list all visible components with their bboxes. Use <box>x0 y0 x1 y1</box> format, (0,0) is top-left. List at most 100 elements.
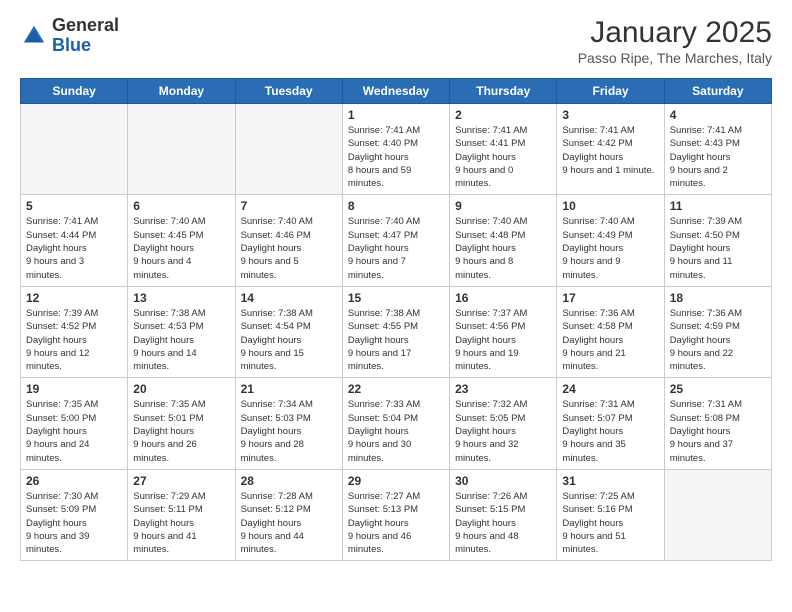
day-info: Sunrise: 7:27 AMSunset: 5:13 PMDaylight … <box>348 490 444 556</box>
day-number: 2 <box>455 108 551 122</box>
day-number: 30 <box>455 474 551 488</box>
weekday-header: Thursday <box>450 79 557 104</box>
day-number: 26 <box>26 474 122 488</box>
day-number: 11 <box>670 199 766 213</box>
day-info: Sunrise: 7:40 AMSunset: 4:48 PMDaylight … <box>455 215 551 281</box>
day-number: 4 <box>670 108 766 122</box>
day-info: Sunrise: 7:25 AMSunset: 5:16 PMDaylight … <box>562 490 658 556</box>
calendar-cell: 17Sunrise: 7:36 AMSunset: 4:58 PMDayligh… <box>557 286 664 377</box>
calendar-body: 1Sunrise: 7:41 AMSunset: 4:40 PMDaylight… <box>21 104 772 561</box>
day-info: Sunrise: 7:38 AMSunset: 4:54 PMDaylight … <box>241 307 337 373</box>
calendar-cell: 4 Sunrise: 7:41 AMSunset: 4:43 PMDaylight… <box>664 104 771 195</box>
day-info: Sunrise: 7:41 AMSunset: 4:43 PMDaylight … <box>670 124 766 190</box>
day-number: 18 <box>670 291 766 305</box>
day-number: 22 <box>348 382 444 396</box>
calendar-cell: 2 Sunrise: 7:41 AMSunset: 4:41 PMDaylight… <box>450 104 557 195</box>
weekday-header: Tuesday <box>235 79 342 104</box>
day-info: Sunrise: 7:31 AMSunset: 5:07 PMDaylight … <box>562 398 658 464</box>
day-info: Sunrise: 7:39 AMSunset: 4:50 PMDaylight … <box>670 215 766 281</box>
calendar-week: 26 Sunrise: 7:30 AMSunset: 5:09 PMDayligh… <box>21 469 772 560</box>
calendar-cell: 28 Sunrise: 7:28 AMSunset: 5:12 PMDayligh… <box>235 469 342 560</box>
calendar-cell: 31 Sunrise: 7:25 AMSunset: 5:16 PMDayligh… <box>557 469 664 560</box>
calendar-cell: 27 Sunrise: 7:29 AMSunset: 5:11 PMDayligh… <box>128 469 235 560</box>
day-info: Sunrise: 7:30 AMSunset: 5:09 PMDaylight … <box>26 490 122 556</box>
calendar-week: 12Sunrise: 7:39 AMSunset: 4:52 PMDayligh… <box>21 286 772 377</box>
calendar-cell: 26 Sunrise: 7:30 AMSunset: 5:09 PMDayligh… <box>21 469 128 560</box>
calendar-week: 5 Sunrise: 7:41 AMSunset: 4:44 PMDaylight… <box>21 195 772 286</box>
day-info: Sunrise: 7:32 AMSunset: 5:05 PMDaylight … <box>455 398 551 464</box>
day-info: Sunrise: 7:38 AMSunset: 4:53 PMDaylight … <box>133 307 229 373</box>
weekday-header: Sunday <box>21 79 128 104</box>
day-number: 15 <box>348 291 444 305</box>
day-info: Sunrise: 7:40 AMSunset: 4:45 PMDaylight … <box>133 215 229 281</box>
calendar-cell: 7Sunrise: 7:40 AMSunset: 4:46 PMDaylight… <box>235 195 342 286</box>
calendar-cell: 8 Sunrise: 7:40 AMSunset: 4:47 PMDaylight… <box>342 195 449 286</box>
calendar-cell: 29 Sunrise: 7:27 AMSunset: 5:13 PMDayligh… <box>342 469 449 560</box>
weekday-header: Saturday <box>664 79 771 104</box>
day-number: 9 <box>455 199 551 213</box>
calendar-cell: 21Sunrise: 7:34 AMSunset: 5:03 PMDayligh… <box>235 378 342 469</box>
day-number: 16 <box>455 291 551 305</box>
title-block: January 2025 Passo Ripe, The Marches, It… <box>578 16 772 66</box>
calendar-cell: 3 Sunrise: 7:41 AMSunset: 4:42 PMDaylight… <box>557 104 664 195</box>
day-info: Sunrise: 7:41 AMSunset: 4:44 PMDaylight … <box>26 215 122 281</box>
calendar-cell: 30 Sunrise: 7:26 AMSunset: 5:15 PMDayligh… <box>450 469 557 560</box>
calendar-cell: 15 Sunrise: 7:38 AMSunset: 4:55 PMDayligh… <box>342 286 449 377</box>
calendar-cell: 25Sunrise: 7:31 AMSunset: 5:08 PMDayligh… <box>664 378 771 469</box>
day-info: Sunrise: 7:41 AMSunset: 4:41 PMDaylight … <box>455 124 551 190</box>
day-info: Sunrise: 7:38 AMSunset: 4:55 PMDaylight … <box>348 307 444 373</box>
day-info: Sunrise: 7:26 AMSunset: 5:15 PMDaylight … <box>455 490 551 556</box>
day-number: 28 <box>241 474 337 488</box>
calendar-cell: 16 Sunrise: 7:37 AMSunset: 4:56 PMDayligh… <box>450 286 557 377</box>
calendar-cell <box>235 104 342 195</box>
calendar-cell: 24 Sunrise: 7:31 AMSunset: 5:07 PMDayligh… <box>557 378 664 469</box>
weekday-header-row: SundayMondayTuesdayWednesdayThursdayFrid… <box>21 79 772 104</box>
calendar-cell: 1Sunrise: 7:41 AMSunset: 4:40 PMDaylight… <box>342 104 449 195</box>
day-info: Sunrise: 7:39 AMSunset: 4:52 PMDaylight … <box>26 307 122 373</box>
day-number: 24 <box>562 382 658 396</box>
logo-text: General Blue <box>52 16 119 56</box>
calendar-week: 19Sunrise: 7:35 AMSunset: 5:00 PMDayligh… <box>21 378 772 469</box>
calendar-cell <box>128 104 235 195</box>
logo-blue: Blue <box>52 35 91 55</box>
day-info: Sunrise: 7:35 AMSunset: 5:01 PMDaylight … <box>133 398 229 464</box>
page: General Blue January 2025 Passo Ripe, Th… <box>0 0 792 612</box>
calendar-cell: 20Sunrise: 7:35 AMSunset: 5:01 PMDayligh… <box>128 378 235 469</box>
logo-general: General <box>52 15 119 35</box>
day-number: 23 <box>455 382 551 396</box>
calendar-cell: 12Sunrise: 7:39 AMSunset: 4:52 PMDayligh… <box>21 286 128 377</box>
day-number: 25 <box>670 382 766 396</box>
calendar-cell: 19Sunrise: 7:35 AMSunset: 5:00 PMDayligh… <box>21 378 128 469</box>
day-info: Sunrise: 7:33 AMSunset: 5:04 PMDaylight … <box>348 398 444 464</box>
day-info: Sunrise: 7:37 AMSunset: 4:56 PMDaylight … <box>455 307 551 373</box>
calendar-cell: 9 Sunrise: 7:40 AMSunset: 4:48 PMDaylight… <box>450 195 557 286</box>
calendar-cell: 22 Sunrise: 7:33 AMSunset: 5:04 PMDayligh… <box>342 378 449 469</box>
calendar-cell: 18Sunrise: 7:36 AMSunset: 4:59 PMDayligh… <box>664 286 771 377</box>
day-info: Sunrise: 7:35 AMSunset: 5:00 PMDaylight … <box>26 398 122 464</box>
weekday-header: Friday <box>557 79 664 104</box>
subtitle: Passo Ripe, The Marches, Italy <box>578 50 772 66</box>
day-number: 8 <box>348 199 444 213</box>
day-number: 29 <box>348 474 444 488</box>
calendar-cell <box>21 104 128 195</box>
day-info: Sunrise: 7:40 AMSunset: 4:47 PMDaylight … <box>348 215 444 281</box>
weekday-header: Wednesday <box>342 79 449 104</box>
day-info: Sunrise: 7:34 AMSunset: 5:03 PMDaylight … <box>241 398 337 464</box>
header: General Blue January 2025 Passo Ripe, Th… <box>20 16 772 66</box>
day-number: 14 <box>241 291 337 305</box>
day-info: Sunrise: 7:40 AMSunset: 4:49 PMDaylight … <box>562 215 658 281</box>
day-number: 1 <box>348 108 444 122</box>
day-info: Sunrise: 7:36 AMSunset: 4:58 PMDaylight … <box>562 307 658 373</box>
calendar-cell: 23 Sunrise: 7:32 AMSunset: 5:05 PMDayligh… <box>450 378 557 469</box>
logo-icon <box>20 22 48 50</box>
day-info: Sunrise: 7:41 AMSunset: 4:42 PMDaylight … <box>562 124 658 177</box>
calendar-cell: 6Sunrise: 7:40 AMSunset: 4:45 PMDaylight… <box>128 195 235 286</box>
calendar-week: 1Sunrise: 7:41 AMSunset: 4:40 PMDaylight… <box>21 104 772 195</box>
day-number: 27 <box>133 474 229 488</box>
calendar: SundayMondayTuesdayWednesdayThursdayFrid… <box>20 78 772 561</box>
day-number: 3 <box>562 108 658 122</box>
day-number: 31 <box>562 474 658 488</box>
day-info: Sunrise: 7:28 AMSunset: 5:12 PMDaylight … <box>241 490 337 556</box>
day-number: 5 <box>26 199 122 213</box>
day-info: Sunrise: 7:29 AMSunset: 5:11 PMDaylight … <box>133 490 229 556</box>
